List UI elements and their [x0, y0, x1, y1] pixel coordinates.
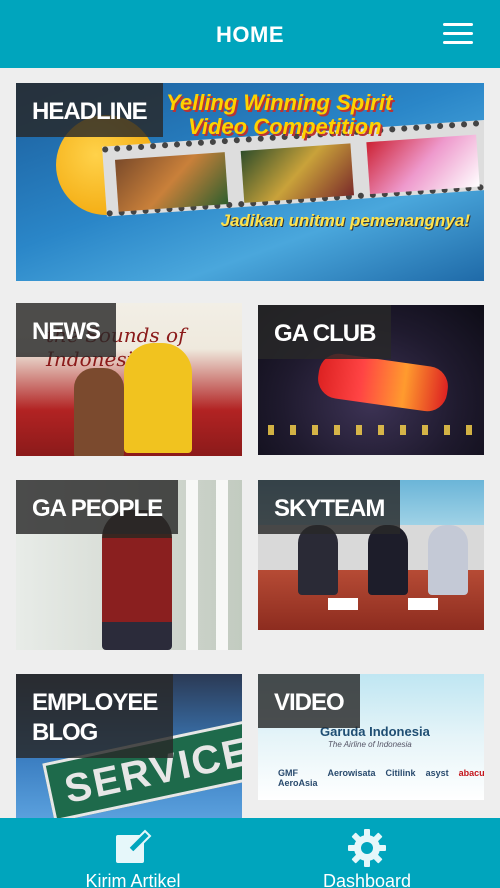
bottom-tab-bar: Kirim Artikel Dashboard — [0, 818, 500, 888]
tile-video[interactable]: Garuda Indonesia The Airline of Indonesi… — [258, 674, 484, 800]
tile-ga-club[interactable]: GA CLUB — [258, 305, 484, 455]
film-frame — [114, 152, 229, 212]
partner-logo: asyst — [425, 768, 449, 778]
meeting-person — [368, 525, 408, 595]
tile-headline[interactable]: Yelling Winning Spirit Video Competition… — [16, 83, 484, 281]
banner-tagline: Jadikan unitmu pemenangnya! — [220, 211, 470, 230]
banner-title-line: Yelling Winning Spirit — [166, 90, 393, 115]
tab-label: Kirim Artikel — [85, 871, 181, 888]
tile-label-news: NEWS — [16, 303, 116, 357]
gear-icon — [348, 829, 386, 867]
table-paper — [328, 598, 358, 610]
news-photo-person — [74, 368, 124, 456]
tile-skyteam[interactable]: SKYTEAM — [258, 480, 484, 630]
top-app-bar: HOME — [0, 0, 500, 68]
tile-label-ga-club: GA CLUB — [258, 305, 392, 359]
stage-lights — [268, 425, 474, 435]
meeting-person — [428, 525, 468, 595]
partner-logo: Citilink — [385, 768, 416, 778]
tile-label-video: VIDEO — [258, 674, 360, 728]
tile-label-line: BLOG — [32, 719, 98, 746]
menu-line — [443, 23, 473, 26]
tile-ga-people[interactable]: GA PEOPLE — [16, 480, 242, 650]
film-frame — [366, 134, 480, 195]
film-frame — [240, 143, 355, 203]
menu-line — [443, 41, 473, 44]
meeting-person — [298, 525, 338, 595]
page-title: HOME — [216, 22, 284, 47]
tile-label-line: EMPLOYEE — [32, 689, 158, 716]
tab-label: Dashboard — [322, 871, 412, 888]
tile-label-employee-blog: EMPLOYEE BLOG — [16, 674, 174, 758]
partner-logo: Aerowisata — [327, 768, 376, 778]
tile-label-headline: HEADLINE — [16, 83, 163, 137]
dragon-dance-graphic — [315, 351, 451, 414]
tab-kirim-artikel[interactable]: Kirim Artikel — [8, 818, 258, 888]
news-photo-person — [124, 343, 192, 453]
edit-icon — [116, 829, 152, 863]
tile-label-skyteam: SKYTEAM — [258, 480, 401, 534]
menu-line — [443, 32, 473, 35]
tile-employee-blog[interactable]: SERVICE EMPLOYEE BLOG — [16, 674, 242, 818]
partner-logo: abacus — [458, 768, 484, 778]
hamburger-menu-icon[interactable] — [438, 20, 478, 50]
garuda-brand-subtitle: The Airline of Indonesia — [328, 740, 412, 749]
tile-label-ga-people: GA PEOPLE — [16, 480, 179, 534]
column-graphic — [186, 480, 198, 650]
column-graphic — [216, 480, 228, 650]
banner-title: Yelling Winning Spirit Video Competition — [166, 91, 392, 139]
table-paper — [408, 598, 438, 610]
partner-logo: GMF AeroAsia — [278, 768, 318, 788]
tab-dashboard[interactable]: Dashboard — [242, 818, 492, 888]
banner-title-line: Video Competition — [188, 114, 382, 139]
tile-news[interactable]: the Sounds of Indonesia NEWS — [16, 303, 242, 456]
partner-logos: GMF AeroAsia Aerowisata Citilink asyst a… — [278, 768, 484, 788]
